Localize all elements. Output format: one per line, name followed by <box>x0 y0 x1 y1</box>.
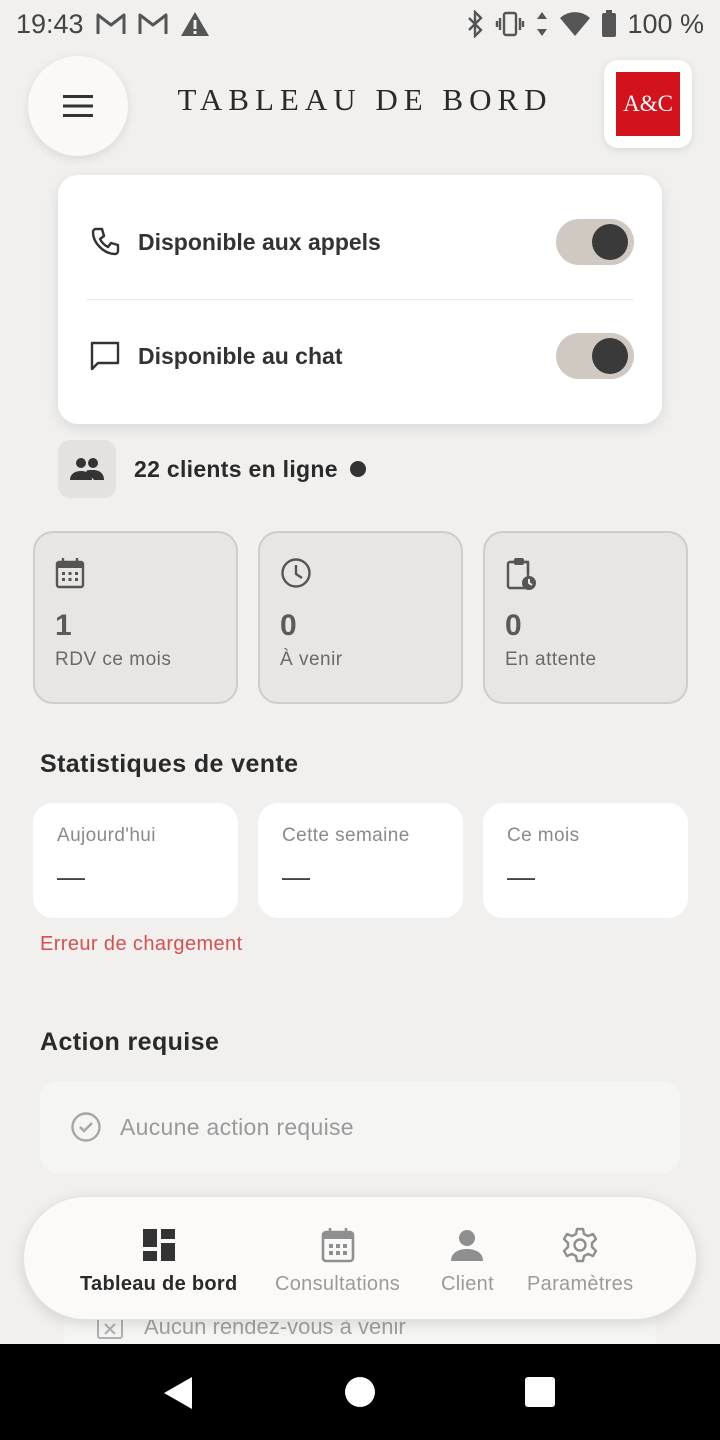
brand-logo-button[interactable]: A&C <box>604 60 692 148</box>
nav-label: Client <box>441 1273 494 1295</box>
chat-label: Disponible au chat <box>138 342 343 369</box>
action-empty-state: Aucune action requise <box>40 1081 680 1173</box>
calendar-icon <box>55 557 89 591</box>
sale-value: — <box>507 861 535 892</box>
bluetooth-icon <box>465 10 485 38</box>
chat-toggle[interactable] <box>556 333 634 379</box>
sale-value: — <box>57 861 85 892</box>
bottom-navigation: Tableau de bord Consultations Client Par… <box>23 1196 697 1320</box>
nav-tab-settings[interactable]: Paramètres <box>527 1227 633 1296</box>
stat-value: 0 <box>505 609 522 642</box>
calls-toggle[interactable] <box>556 219 634 265</box>
sale-card-week: Cette semaine — <box>258 803 463 918</box>
status-time: 19:43 <box>16 8 84 39</box>
nav-tab-consultations[interactable]: Consultations <box>275 1227 400 1296</box>
calendar-icon <box>320 1227 356 1263</box>
wifi-icon <box>559 11 591 37</box>
sale-label: Aujourd'hui <box>57 825 156 846</box>
home-button[interactable] <box>344 1376 376 1413</box>
action-section-title: Action requise <box>40 1028 220 1056</box>
menu-button[interactable] <box>28 56 128 156</box>
nav-tab-client[interactable]: Client <box>441 1227 494 1296</box>
recents-button[interactable] <box>524 1376 556 1413</box>
availability-calls-row: Disponible aux appels <box>88 185 634 299</box>
page-title: TABLEAU DE BORD <box>177 82 553 117</box>
stat-value: 1 <box>55 609 72 642</box>
dashboard-icon <box>141 1227 177 1263</box>
nav-label: Paramètres <box>527 1273 634 1295</box>
brand-logo: A&C <box>616 72 680 136</box>
sales-error-message: Erreur de chargement <box>40 933 243 955</box>
warning-icon <box>180 11 210 37</box>
chat-icon <box>88 339 122 373</box>
online-status-dot <box>349 461 366 477</box>
action-empty-text: Aucune action requise <box>120 1113 354 1140</box>
person-icon <box>449 1227 485 1263</box>
toggle-knob <box>592 224 628 260</box>
sale-label: Ce mois <box>507 825 580 846</box>
status-right: 100 % <box>465 9 704 40</box>
app-header: TABLEAU DE BORD A&C <box>0 56 720 156</box>
phone-icon <box>88 225 122 259</box>
data-arrows-icon <box>535 11 549 37</box>
stat-card-rdv[interactable]: 1 RDV ce mois <box>33 531 238 704</box>
sale-label: Cette semaine <box>282 825 410 846</box>
back-icon <box>164 1377 192 1409</box>
group-icon <box>58 440 116 498</box>
stat-value: 0 <box>280 609 297 642</box>
hamburger-menu-icon <box>63 95 93 117</box>
online-count-text: 22 clients en ligne <box>134 455 338 482</box>
clipboard-clock-icon <box>505 557 539 591</box>
system-navigation-bar <box>0 1344 720 1440</box>
check-circle-icon <box>70 1111 102 1143</box>
gmail-icon <box>96 12 126 36</box>
clock-icon <box>280 557 314 591</box>
vibrate-icon <box>495 11 525 37</box>
toggle-knob <box>592 338 628 374</box>
recents-icon <box>525 1377 555 1407</box>
battery-percent: 100 % <box>627 8 704 39</box>
stat-label: En attente <box>505 649 597 670</box>
status-left: 19:43 <box>16 9 210 40</box>
back-button[interactable] <box>162 1376 194 1415</box>
home-icon <box>345 1377 375 1407</box>
sale-card-month: Ce mois — <box>483 803 688 918</box>
stat-label: À venir <box>280 649 343 670</box>
gmail-icon <box>138 12 168 36</box>
sale-card-today: Aujourd'hui — <box>33 803 238 918</box>
online-clients: 22 clients en ligne <box>58 440 366 498</box>
battery-icon <box>601 10 617 38</box>
nav-label: Tableau de bord <box>80 1273 238 1295</box>
stat-card-upcoming[interactable]: 0 À venir <box>258 531 463 704</box>
gear-icon <box>562 1227 598 1263</box>
nav-label: Consultations <box>275 1273 401 1295</box>
stat-label: RDV ce mois <box>55 649 172 670</box>
nav-tab-dashboard[interactable]: Tableau de bord <box>80 1227 237 1296</box>
status-bar: 19:43 100 % <box>0 0 720 48</box>
stat-card-pending[interactable]: 0 En attente <box>483 531 688 704</box>
sales-section-title: Statistiques de vente <box>40 750 299 778</box>
availability-chat-row: Disponible au chat <box>88 299 634 413</box>
calls-label: Disponible aux appels <box>138 228 381 255</box>
sale-value: — <box>282 861 310 892</box>
availability-card: Disponible aux appels Disponible au chat <box>58 175 662 424</box>
